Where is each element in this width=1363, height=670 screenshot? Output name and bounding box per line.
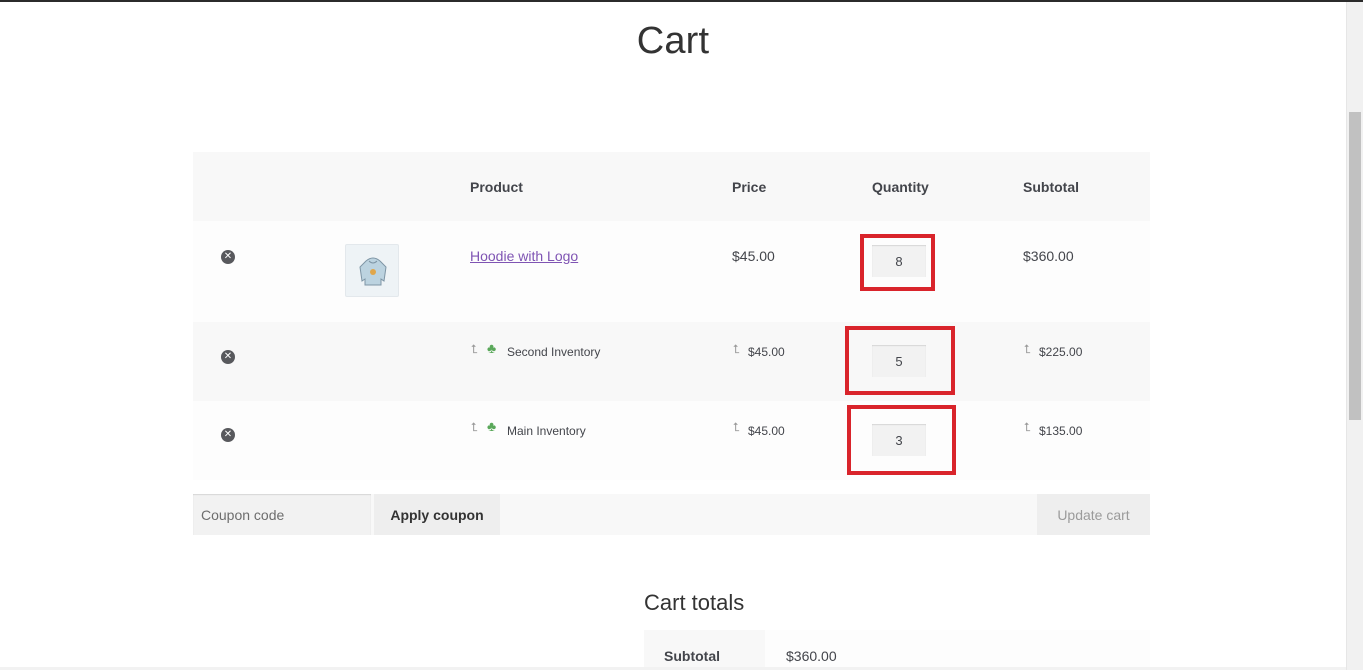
table-row: ✕ ⮤ ♣ Main Inventory ⮤ $45.00 ⮤ $135.00 [193, 401, 1150, 480]
remove-item-icon[interactable]: ✕ [221, 250, 235, 264]
cart-actions: Apply coupon Update cart [193, 494, 1150, 535]
cart-table: Product Price Quantity Subtotal ✕ Hoodie… [193, 152, 1150, 480]
line-subtotal: $135.00 [1039, 424, 1083, 438]
header-price: Price [732, 179, 767, 195]
highlight-box [847, 405, 956, 475]
inventory-name: Main Inventory [507, 424, 586, 438]
corner-up-arrow-icon: ⮤ [471, 342, 479, 356]
totals-subtotal-value: $360.00 [786, 648, 837, 664]
header-subtotal: Subtotal [1023, 179, 1079, 195]
line-subtotal: $360.00 [1023, 248, 1074, 264]
remove-item-icon[interactable]: ✕ [221, 350, 235, 364]
header-product: Product [470, 179, 523, 195]
product-link-hoodie-with-logo[interactable]: Hoodie with Logo [470, 248, 578, 264]
remove-item-icon[interactable]: ✕ [221, 428, 235, 442]
table-row: ✕ ⮤ ♣ Second Inventory ⮤ $45.00 ⮤ $225.0… [193, 322, 1150, 401]
product-price: $45.00 [748, 424, 785, 438]
page-title: Cart [636, 20, 710, 62]
inventory-cubes-icon: ♣ [487, 340, 497, 356]
scrollbar-thumb[interactable] [1349, 112, 1361, 420]
corner-up-arrow-icon: ⮤ [733, 420, 741, 434]
apply-coupon-button[interactable]: Apply coupon [374, 494, 500, 535]
inventory-cubes-icon: ♣ [487, 418, 497, 434]
corner-up-arrow-icon: ⮤ [1024, 342, 1032, 356]
header-quantity: Quantity [872, 179, 929, 195]
highlight-box [860, 234, 935, 291]
totals-subtotal-label: Subtotal [664, 648, 720, 664]
cart-totals-title: Cart totals [644, 590, 745, 615]
update-cart-button[interactable]: Update cart [1037, 494, 1150, 535]
product-price: $45.00 [732, 248, 775, 264]
coupon-code-input[interactable] [193, 494, 371, 535]
inventory-name: Second Inventory [507, 345, 601, 359]
highlight-box [845, 326, 955, 395]
cart-table-header: Product Price Quantity Subtotal [193, 152, 1150, 221]
corner-up-arrow-icon: ⮤ [1024, 420, 1032, 434]
line-subtotal: $225.00 [1039, 345, 1083, 359]
corner-up-arrow-icon: ⮤ [471, 420, 479, 434]
window-top-border [0, 0, 1363, 2]
corner-up-arrow-icon: ⮤ [733, 342, 741, 356]
hoodie-icon [359, 257, 387, 286]
hoodie-thumbnail[interactable] [345, 244, 399, 297]
cart-totals-table: Subtotal $360.00 [644, 630, 1150, 670]
product-price: $45.00 [748, 345, 785, 359]
table-row: ✕ Hoodie with Logo $45.00 $360.00 [193, 221, 1150, 322]
